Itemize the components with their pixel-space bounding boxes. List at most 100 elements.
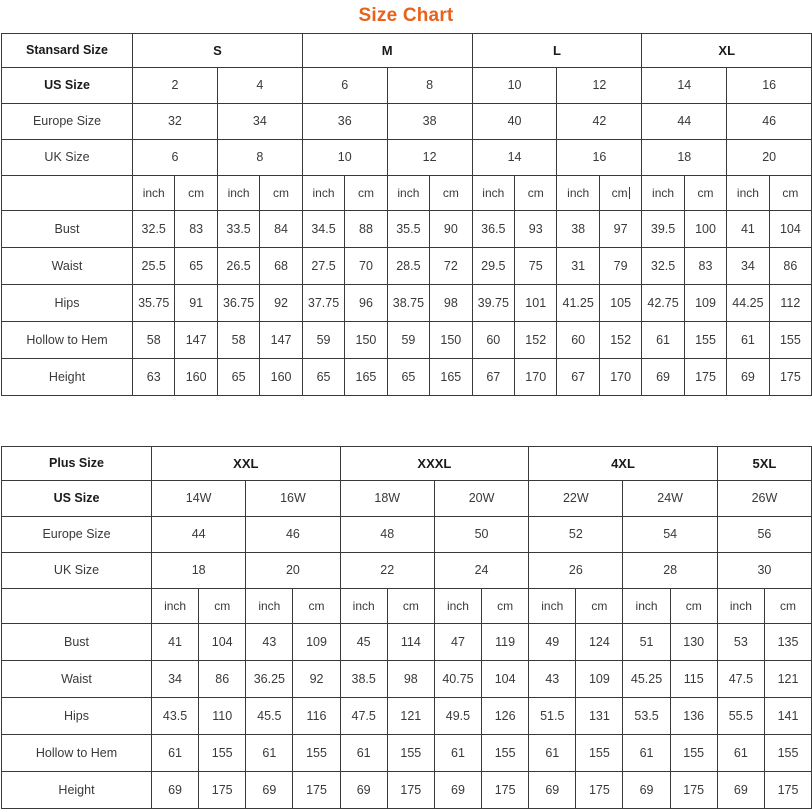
- measurement-cell: 45: [339, 622, 388, 661]
- measurement-cell: 29.5: [471, 246, 516, 285]
- table-cell: 24W: [622, 479, 718, 517]
- table-cell: 36: [301, 102, 388, 140]
- measurement-cell: 61: [716, 733, 765, 772]
- unit-cell-cm: cm: [429, 174, 473, 211]
- table-cell: 22: [339, 551, 435, 589]
- measurement-cell: 155: [768, 320, 812, 359]
- unit-cell-inch: inch: [433, 587, 483, 624]
- measurement-cell: 63: [131, 357, 176, 396]
- size-group-header-5xl: 5XL: [716, 445, 812, 481]
- measurement-cell: 116: [292, 696, 341, 735]
- row-label: UK Size: [1, 551, 152, 589]
- table-cell: 14: [641, 66, 728, 104]
- table-cell: 20: [245, 551, 341, 589]
- page-title: Size Chart: [358, 5, 454, 26]
- measurement-cell: 175: [763, 770, 812, 809]
- measurement-cell: 175: [292, 770, 341, 809]
- measurement-cell: 170: [514, 357, 558, 396]
- measurement-cell: 155: [575, 733, 624, 772]
- measurement-cell: 61: [641, 320, 685, 359]
- table-cell: 34: [216, 102, 303, 140]
- unit-cell-inch: inch: [726, 174, 770, 211]
- measurement-cell: 32.5: [131, 209, 176, 248]
- measurement-cell: 60: [556, 320, 600, 359]
- measurement-row: Height 69 175 69 175 69 175 69 175 69 175 69 175 69 17…: [1, 770, 812, 809]
- measurement-cell: 47.5: [339, 696, 388, 735]
- unit-row: inch cm inch cm inch cm inch cm inch cm inch cm inch…: [1, 587, 812, 624]
- measurement-cell: 61: [150, 733, 200, 772]
- measurement-cell: 175: [575, 770, 624, 809]
- table-cell: 12: [556, 66, 643, 104]
- measurement-cell: 61: [245, 733, 294, 772]
- measurement-cell: 72: [429, 246, 473, 285]
- measurement-cell: 55.5: [716, 696, 765, 735]
- table-cell: 44: [150, 515, 247, 553]
- measurement-cell: 61: [528, 733, 577, 772]
- measurement-cell: 40.75: [433, 659, 483, 698]
- unit-cell-inch: inch: [216, 174, 261, 211]
- measurement-label: Waist: [1, 246, 133, 285]
- measurement-cell: 70: [344, 246, 388, 285]
- measurement-cell: 41: [150, 622, 200, 661]
- measurement-cell: 155: [198, 733, 247, 772]
- table-cell: 48: [339, 515, 435, 553]
- measurement-cell: 101: [514, 283, 558, 322]
- measurement-cell: 115: [669, 659, 718, 698]
- measurement-cell: 43: [528, 659, 577, 698]
- measurement-cell: 49.5: [433, 696, 483, 735]
- measurement-cell: 36.75: [216, 283, 261, 322]
- unit-cell-inch: inch: [386, 174, 431, 211]
- measurement-row: Hollow to Hem 58 147 58 147 59 150 59 150 60 152 60…: [1, 320, 812, 359]
- measurement-cell: 88: [344, 209, 388, 248]
- measurement-cell: 65: [174, 246, 218, 285]
- measurement-cell: 141: [763, 696, 812, 735]
- unit-cell-inch: inch: [150, 587, 200, 624]
- unit-cell-cm: cm: [598, 174, 643, 211]
- table-cell: 46: [726, 102, 812, 140]
- unit-cell-cm: cm: [575, 587, 624, 624]
- measurement-cell: 61: [433, 733, 483, 772]
- measurement-label: Hips: [1, 283, 133, 322]
- measurement-cell: 175: [386, 770, 435, 809]
- measurement-label: Bust: [1, 622, 152, 661]
- measurement-cell: 104: [481, 659, 530, 698]
- unit-cell-inch: inch: [245, 587, 294, 624]
- table-cell: 14: [471, 138, 558, 176]
- measurement-row: Bust 41 104 43 109 45 114 47 119 49 124 51 130 53 135: [1, 622, 812, 661]
- measurement-cell: 28.5: [386, 246, 431, 285]
- measurement-cell: 36.25: [245, 659, 294, 698]
- measurement-cell: 121: [763, 659, 812, 698]
- measurement-cell: 90: [429, 209, 473, 248]
- table-cell: 38: [386, 102, 473, 140]
- measurement-cell: 104: [198, 622, 247, 661]
- measurement-cell: 47: [433, 622, 483, 661]
- measurement-cell: 33.5: [216, 209, 261, 248]
- measurement-cell: 155: [669, 733, 718, 772]
- table-cell: 22W: [528, 479, 624, 517]
- measurement-cell: 41.25: [556, 283, 600, 322]
- measurement-cell: 96: [344, 283, 388, 322]
- measurement-cell: 43.5: [150, 696, 200, 735]
- measurement-cell: 109: [292, 622, 341, 661]
- measurement-cell: 121: [386, 696, 435, 735]
- measurement-cell: 105: [598, 283, 643, 322]
- measurement-cell: 36.5: [471, 209, 516, 248]
- measurement-cell: 75: [514, 246, 558, 285]
- measurement-row: Bust 32.5 83 33.5 84 34.5 88 35.5 90 36.5 93 38 97 39…: [1, 209, 812, 248]
- measurement-cell: 91: [174, 283, 218, 322]
- measurement-row: Hips 43.5 110 45.5 116 47.5 121 49.5 126 51.5 131 5…: [1, 696, 812, 735]
- measurement-cell: 69: [339, 770, 388, 809]
- table-cell: 14W: [150, 479, 247, 517]
- measurement-cell: 68: [259, 246, 303, 285]
- unit-cell-inch: inch: [528, 587, 577, 624]
- measurement-cell: 160: [259, 357, 303, 396]
- measurement-cell: 147: [174, 320, 218, 359]
- measurement-cell: 58: [131, 320, 176, 359]
- unit-cell-cm: cm: [292, 587, 341, 624]
- table-cell: 16W: [245, 479, 341, 517]
- measurement-cell: 175: [683, 357, 728, 396]
- measurement-cell: 34.5: [301, 209, 346, 248]
- measurement-cell: 38.75: [386, 283, 431, 322]
- measurement-cell: 35.5: [386, 209, 431, 248]
- measurement-cell: 53: [716, 622, 765, 661]
